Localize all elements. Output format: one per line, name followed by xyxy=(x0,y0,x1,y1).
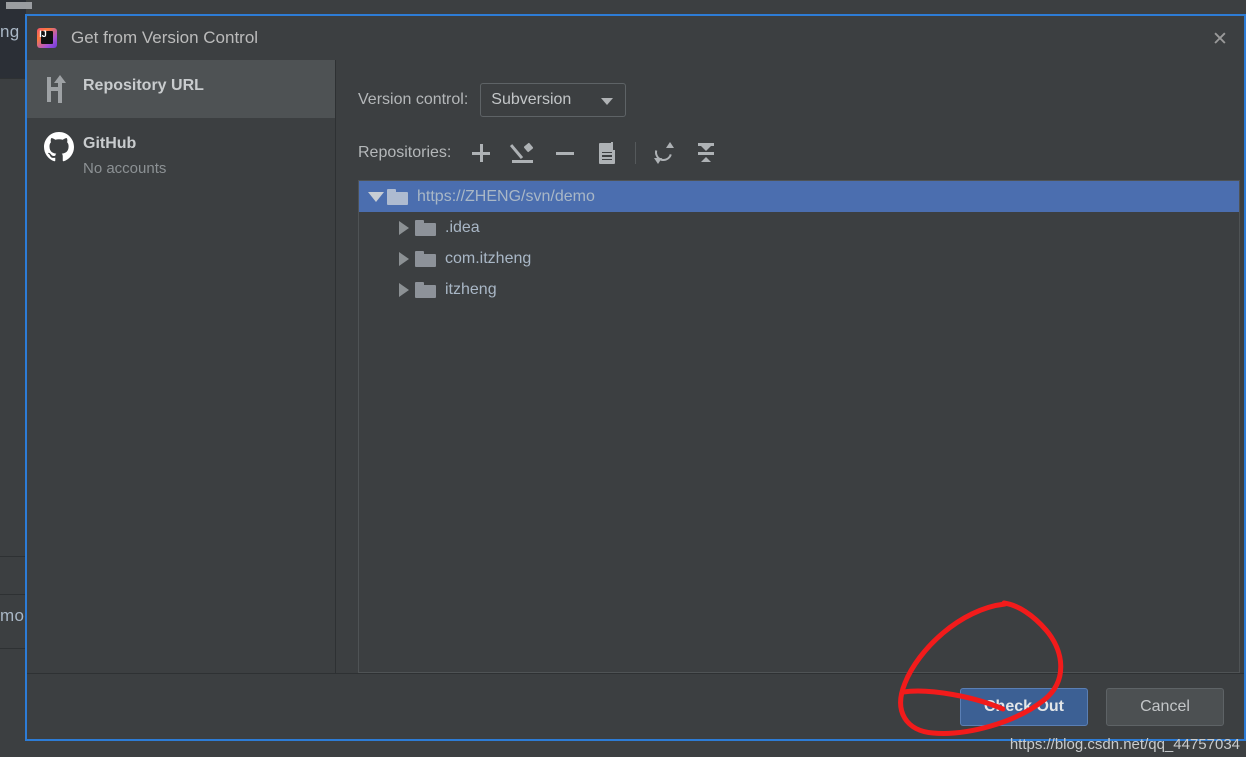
background-divider-1 xyxy=(0,78,26,79)
repositories-label: Repositories: xyxy=(358,144,452,161)
branch-icon xyxy=(41,72,83,106)
background-left-column xyxy=(0,78,26,757)
add-repository-button[interactable] xyxy=(465,138,497,168)
folder-icon xyxy=(415,219,436,236)
edit-repository-button[interactable] xyxy=(507,138,539,168)
folder-icon xyxy=(415,250,436,267)
sidebar-item-github-sublabel: No accounts xyxy=(83,160,167,177)
expand-toggle-icon[interactable] xyxy=(393,274,415,305)
dialog-body: Repository URL GitHub No accounts Versio… xyxy=(27,60,1244,673)
folder-icon xyxy=(415,281,436,298)
watermark: https://blog.csdn.net/qq_44757034 xyxy=(1009,736,1240,753)
close-icon[interactable]: ✕ xyxy=(1206,26,1234,52)
check-out-button[interactable]: Check Out xyxy=(960,687,1088,726)
sidebar: Repository URL GitHub No accounts xyxy=(27,60,336,673)
version-control-select[interactable]: Subversion xyxy=(480,83,627,117)
dialog-footer: Check Out Cancel xyxy=(27,673,1244,739)
cancel-button[interactable]: Cancel xyxy=(1106,687,1224,726)
refresh-icon xyxy=(652,140,676,165)
sidebar-item-repository-url-label: Repository URL xyxy=(83,77,204,94)
background-divider-3 xyxy=(0,594,26,595)
get-from-version-control-dialog: IJ Get from Version Control ✕ Repository… xyxy=(25,14,1246,741)
version-control-row: Version control: Subversion xyxy=(358,82,1244,118)
tree-row[interactable]: com.itzheng xyxy=(359,243,1239,274)
toolbar-separator xyxy=(635,142,637,164)
expand-toggle-icon[interactable] xyxy=(393,243,415,274)
refresh-button[interactable] xyxy=(648,138,680,168)
tree-row[interactable]: https://ZHENG/svn/demo xyxy=(359,181,1239,212)
version-control-label: Version control: xyxy=(358,91,469,108)
tree-row[interactable]: itzheng xyxy=(359,274,1239,305)
sidebar-item-github-label: GitHub xyxy=(83,135,137,152)
chevron-down-icon xyxy=(601,98,614,105)
tree-row[interactable]: .idea xyxy=(359,212,1239,243)
tree-row-label: .idea xyxy=(445,218,480,236)
collapse-all-icon xyxy=(695,142,717,164)
dialog-title: Get from Version Control xyxy=(71,28,259,47)
tree-row-label: itzheng xyxy=(445,280,497,298)
pencil-icon xyxy=(510,142,534,164)
minus-icon xyxy=(556,151,575,155)
sidebar-item-github[interactable]: GitHub No accounts xyxy=(27,118,335,189)
intellij-idea-icon-text: IJ xyxy=(39,29,47,39)
tree-row-label: com.itzheng xyxy=(445,249,532,267)
repositories-toolbar: Repositories: xyxy=(358,134,1244,172)
main-panel: Version control: Subversion Repositories… xyxy=(336,60,1244,673)
github-icon xyxy=(41,130,83,164)
collapse-all-button[interactable] xyxy=(690,138,722,168)
remove-repository-button[interactable] xyxy=(549,138,581,168)
background-divider-2 xyxy=(0,556,26,557)
repository-tree[interactable]: https://ZHENG/svn/demo .idea com.itzheng… xyxy=(358,180,1240,673)
sidebar-item-repository-url[interactable]: Repository URL xyxy=(27,60,335,118)
expand-toggle-icon[interactable] xyxy=(365,181,387,212)
expand-toggle-icon[interactable] xyxy=(393,212,415,243)
background-text-bottom: mo xyxy=(0,606,25,625)
background-divider-4 xyxy=(0,648,26,649)
background-tab xyxy=(6,2,32,9)
dialog-titlebar: IJ Get from Version Control ✕ xyxy=(27,16,1244,60)
document-icon xyxy=(599,141,618,164)
background-text-top: ng xyxy=(0,22,20,41)
version-control-selected-value: Subversion xyxy=(491,91,572,108)
intellij-idea-icon: IJ xyxy=(37,28,57,48)
copy-repository-button[interactable] xyxy=(591,138,623,168)
folder-icon xyxy=(387,188,408,205)
tree-row-label: https://ZHENG/svn/demo xyxy=(417,187,595,205)
plus-icon xyxy=(472,144,491,162)
